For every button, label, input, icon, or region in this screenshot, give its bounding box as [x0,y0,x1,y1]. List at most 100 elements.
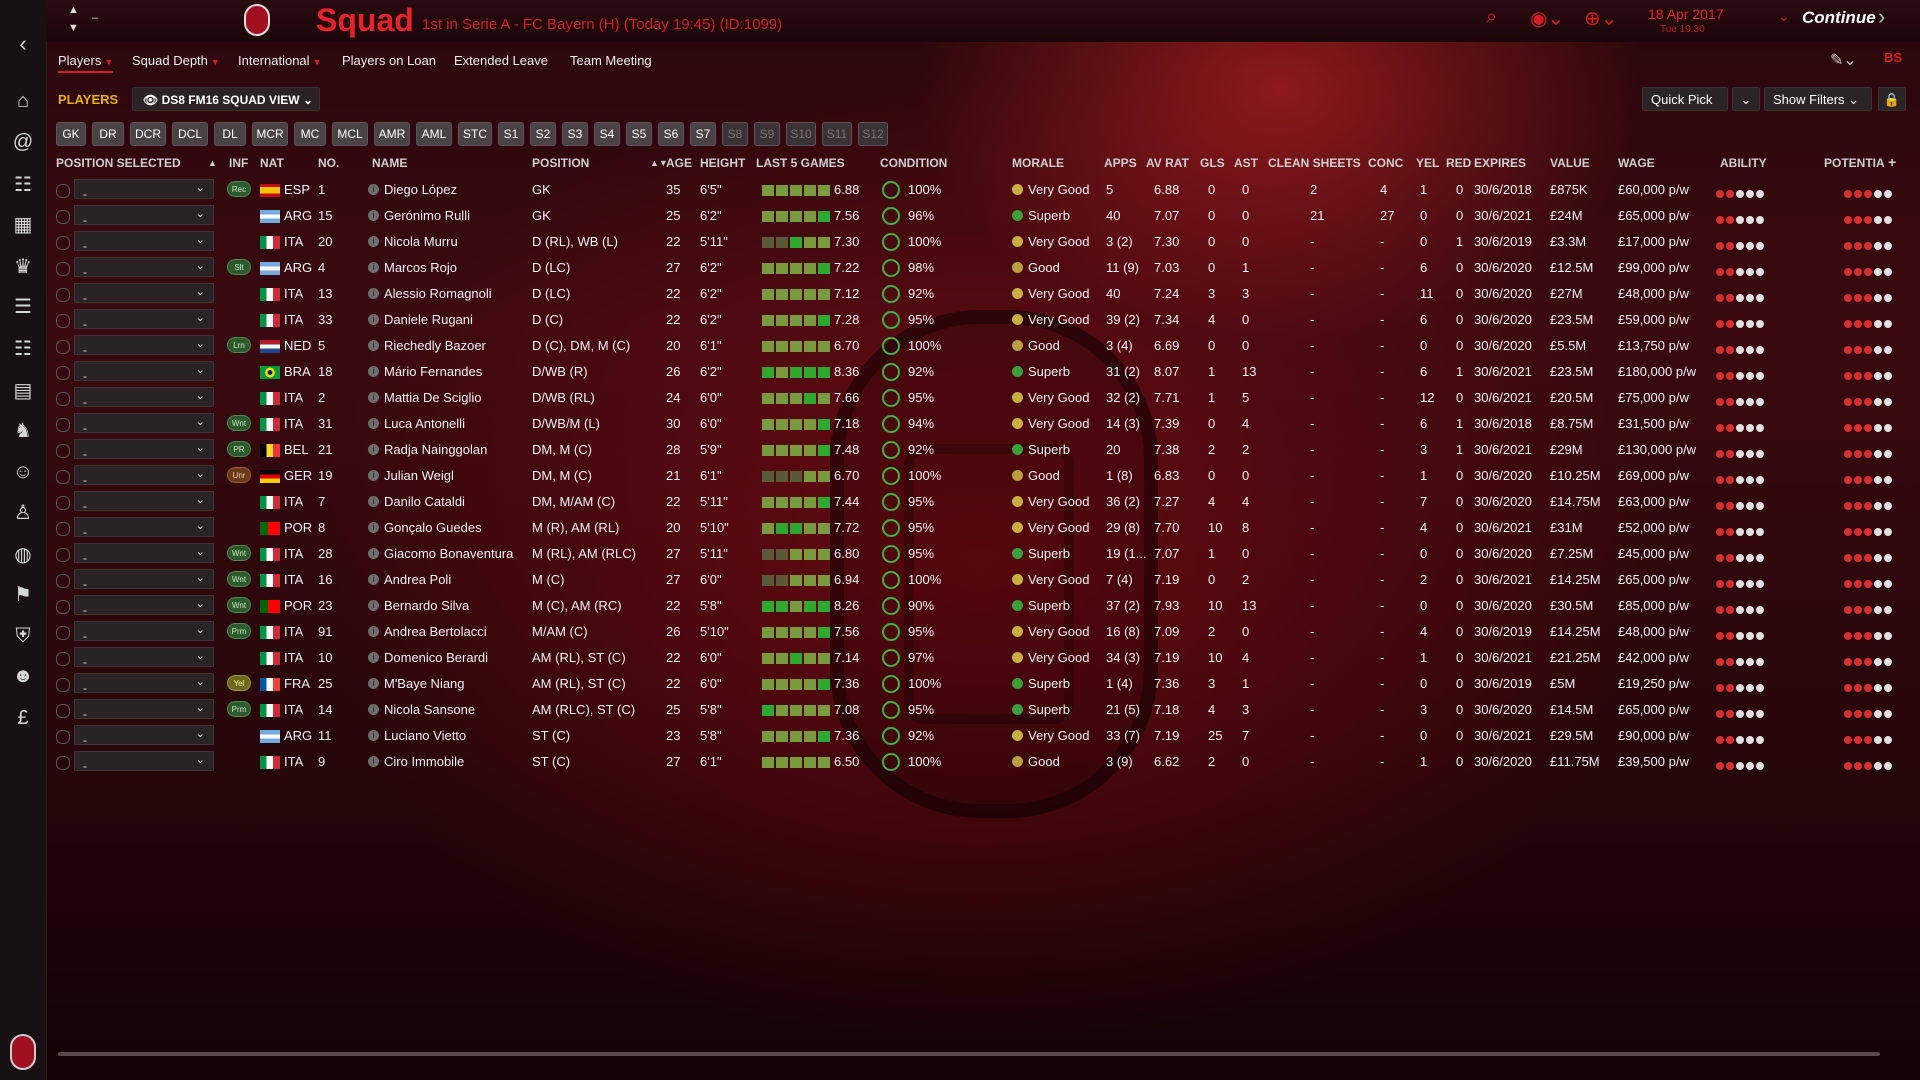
table-row[interactable]: - ⌄ ARG 15 i Gerónimo Rulli GK 25 6'2" 7.56 96% Sup… [46,203,1920,229]
player-info-icon[interactable]: i [368,574,379,585]
position-selected-dropdown[interactable]: - ⌄ [74,699,214,721]
horizontal-scrollbar[interactable] [58,1052,1880,1056]
row-select-checkbox[interactable] [56,314,70,328]
lock-icon[interactable]: 🔒 [1878,87,1906,111]
player-info-icon[interactable]: i [368,288,379,299]
nav-menu-icon[interactable]: – [92,12,98,24]
col-position[interactable]: POSITION [532,156,589,170]
player-info-icon[interactable]: i [368,262,379,273]
player-info-icon[interactable]: i [368,210,379,221]
row-select-checkbox[interactable] [56,366,70,380]
col-value[interactable]: VALUE [1550,156,1590,170]
table-row[interactable]: - ⌄ ITA 2 i Mattia De Sciglio D/WB (RL) 24 6'0" 7… [46,385,1920,411]
table-row[interactable]: - ⌄ Yel FRA 25 i M'Baye Niang AM (RL), ST (C) 22… [46,671,1920,697]
add-column-icon[interactable]: + [1888,154,1896,170]
col-potential[interactable]: POTENTIA [1824,156,1885,170]
row-select-checkbox[interactable] [56,418,70,432]
people-icon[interactable]: ☺ [7,456,39,488]
menu-international[interactable]: International ▼ [238,53,321,68]
position-button-s6[interactable]: S6 [658,122,684,146]
info-badge[interactable]: Prm [227,701,251,717]
info-badge[interactable]: Yel [227,675,251,691]
position-selected-dropdown[interactable]: - ⌄ [74,231,214,253]
col-ability[interactable]: ABILITY [1720,156,1767,170]
position-selected-dropdown[interactable]: - ⌄ [74,361,214,383]
position-button-s8[interactable]: S8 [722,122,748,146]
col-gls[interactable]: GLS [1200,156,1225,170]
info-badge[interactable]: Wnt [227,545,251,561]
globe-icon[interactable]: ◍ [7,538,39,570]
col-wage[interactable]: WAGE [1618,156,1655,170]
scroll-down-icon[interactable]: ▼ [68,22,79,34]
medical-icon[interactable]: ♙ [7,496,39,528]
training-icon[interactable]: ♞ [7,414,39,446]
shield-icon[interactable]: ⛨ [7,620,39,652]
table-row[interactable]: - ⌄ Wnt POR 23 i Bernardo Silva M (C), AM (RC) 2… [46,593,1920,619]
player-info-icon[interactable]: i [368,704,379,715]
info-badge[interactable]: Wnt [227,571,251,587]
position-selected-dropdown[interactable]: - ⌄ [74,283,214,305]
col-no[interactable]: NO. [318,156,339,170]
player-name[interactable]: Ciro Immobile [384,754,464,769]
table-row[interactable]: - ⌄ POR 8 i Gonçalo Guedes M (R), AM (RL) 20 5'1… [46,515,1920,541]
info-badge[interactable]: Unr [227,467,251,483]
player-info-icon[interactable]: i [368,366,379,377]
player-info-icon[interactable]: i [368,236,379,247]
player-name[interactable]: Daniele Rugani [384,312,473,327]
position-button-gk[interactable]: GK [56,122,86,146]
squad-view-selector[interactable]: 👁 DS8 FM16 SQUAD VIEW ⌄ [132,87,320,111]
player-info-icon[interactable]: i [368,418,379,429]
position-selected-dropdown[interactable]: - ⌄ [74,595,214,617]
position-button-s4[interactable]: S4 [594,122,620,146]
position-button-aml[interactable]: AML [416,122,452,146]
player-name[interactable]: Luciano Vietto [384,728,466,743]
player-info-icon[interactable]: i [368,652,379,663]
table-row[interactable]: - ⌄ Slt ARG 4 i Marcos Rojo D (LC) 27 6'2" 7.22 98%… [46,255,1920,281]
player-name[interactable]: M'Baye Niang [384,676,465,691]
date-dropdown-icon[interactable]: ⌄ [1778,8,1790,25]
row-select-checkbox[interactable] [56,210,70,224]
position-button-amr[interactable]: AMR [374,122,410,146]
menu-team-meeting[interactable]: Team Meeting [570,53,652,68]
col-ast[interactable]: AST [1234,156,1258,170]
player-name[interactable]: Diego López [384,182,457,197]
player-name[interactable]: Gerónimo Rulli [384,208,470,223]
position-selected-dropdown[interactable]: - ⌄ [74,569,214,591]
club-logo-bottom[interactable] [10,1034,36,1070]
position-selected-dropdown[interactable]: - ⌄ [74,647,214,669]
search-icon[interactable]: ⌕ [1486,6,1497,29]
player-name[interactable]: Alessio Romagnoli [384,286,492,301]
position-selected-dropdown[interactable]: - ⌄ [74,543,214,565]
trophy-icon[interactable]: ♛ [7,250,39,282]
col-expires[interactable]: EXPIRES [1474,156,1526,170]
position-button-s11[interactable]: S11 [822,122,852,146]
building-icon[interactable]: ▤ [7,374,39,406]
position-selected-dropdown[interactable]: - ⌄ [74,179,214,201]
col-age[interactable]: AGE [666,156,692,170]
position-button-mcr[interactable]: MCR [252,122,288,146]
position-selected-dropdown[interactable]: - ⌄ [74,673,214,695]
col-red[interactable]: RED [1446,156,1471,170]
row-select-checkbox[interactable] [56,548,70,562]
player-name[interactable]: Bernardo Silva [384,598,469,613]
table-row[interactable]: - ⌄ ITA 20 i Nicola Murru D (RL), WB (L) 22 5'11… [46,229,1920,255]
col-height[interactable]: HEIGHT [700,156,745,170]
table-row[interactable]: - ⌄ ITA 10 i Domenico Berardi AM (RL), ST (C) 2… [46,645,1920,671]
position-selected-dropdown[interactable]: - ⌄ [74,413,214,435]
position-selected-dropdown[interactable]: - ⌄ [74,517,214,539]
menu-players-on-loan[interactable]: Players on Loan [342,53,436,68]
player-name[interactable]: Andrea Bertolacci [384,624,487,639]
player-name[interactable]: Mattia De Sciglio [384,390,482,405]
player-info-icon[interactable]: i [368,730,379,741]
player-name[interactable]: Marcos Rojo [384,260,457,275]
group-icon[interactable]: ☻ [7,660,39,692]
row-select-checkbox[interactable] [56,574,70,588]
player-info-icon[interactable]: i [368,756,379,767]
player-name[interactable]: Mário Fernandes [384,364,482,379]
player-info-icon[interactable]: i [368,600,379,611]
player-name[interactable]: Riechedly Bazoer [384,338,486,353]
col-conc[interactable]: CONC [1368,156,1403,170]
row-select-checkbox[interactable] [56,522,70,536]
col-position-selected[interactable]: POSITION SELECTED [56,156,181,170]
edit-icon[interactable]: ✎⌄ [1830,50,1857,70]
